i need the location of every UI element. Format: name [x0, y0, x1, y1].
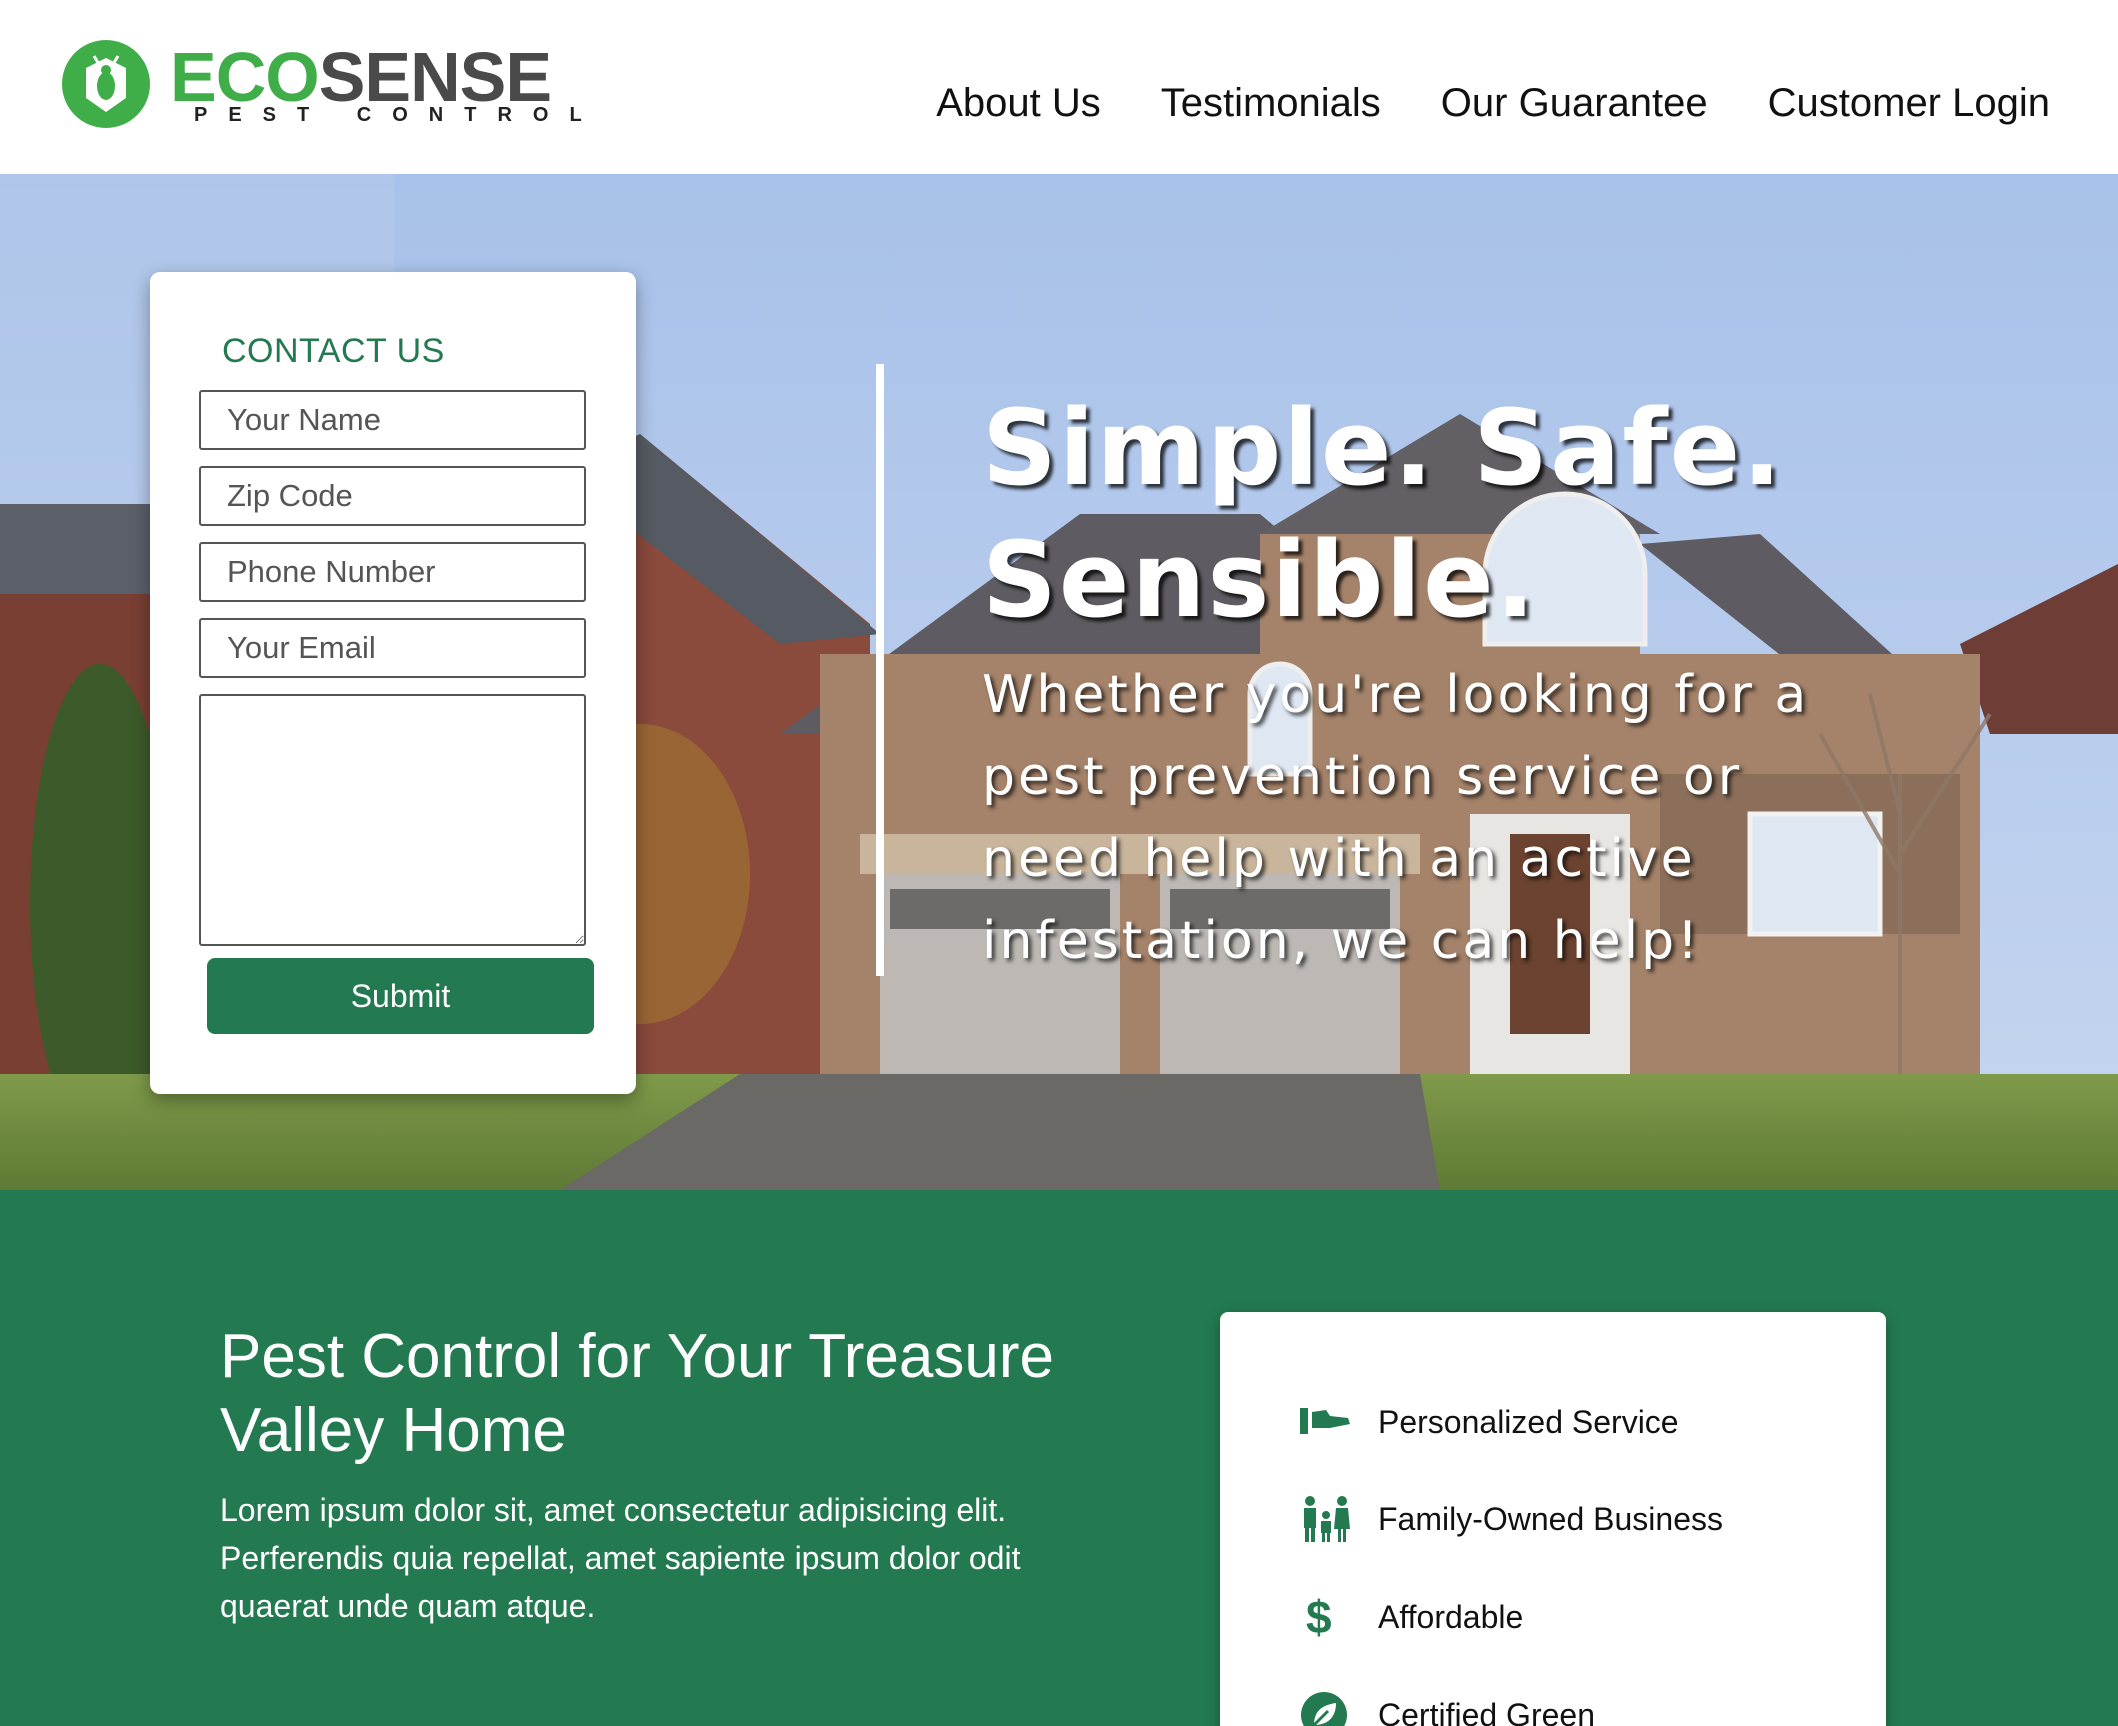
- nav-customer-login[interactable]: Customer Login: [1768, 76, 2050, 130]
- hero: CONTACT US Submit Simple. Safe. Sensible…: [0, 174, 2118, 1190]
- hero-title: Simple. Safe. Sensible.: [982, 387, 1784, 641]
- nav-testimonials[interactable]: Testimonials: [1161, 76, 1381, 130]
- nav-about-us[interactable]: About Us: [936, 76, 1101, 130]
- features-card: Personalized Service Family-Owned Busine…: [1220, 1312, 1886, 1726]
- name-field[interactable]: [199, 390, 586, 450]
- feature-label: Affordable: [1378, 1598, 1524, 1635]
- brand-tagline: PEST CONTROL: [194, 104, 603, 126]
- phone-field[interactable]: [199, 542, 586, 602]
- hero-divider: [876, 364, 884, 976]
- main-nav: About Us Testimonials Our Guarantee Cust…: [936, 76, 2050, 130]
- intro-body: Lorem ipsum dolor sit, amet consectetur …: [220, 1492, 1021, 1624]
- dollar-icon: $: [1306, 1591, 1332, 1643]
- hand-icon: [1300, 1394, 1364, 1450]
- hero-subtitle: Whether you're looking for a pest preven…: [982, 665, 1810, 971]
- bug-shield-icon: [62, 40, 150, 128]
- feature-label: Family-Owned Business: [1378, 1500, 1723, 1537]
- family-icon: [1300, 1491, 1364, 1547]
- feature-label: Personalized Service: [1378, 1403, 1679, 1440]
- contact-title: CONTACT US: [222, 332, 445, 370]
- feature-item: Personalized Service: [1300, 1387, 1679, 1457]
- feature-item: Certified Green: [1300, 1680, 1595, 1726]
- logo[interactable]: ECOSENSE PEST CONTROL: [62, 38, 582, 138]
- contact-form: CONTACT US Submit: [150, 272, 636, 1094]
- feature-item: Family-Owned Business: [1300, 1484, 1723, 1554]
- email-field[interactable]: [199, 618, 586, 678]
- site-header: ECOSENSE PEST CONTROL About Us Testimoni…: [0, 0, 2118, 174]
- message-field[interactable]: [199, 694, 586, 946]
- feature-item: $ Affordable: [1300, 1582, 1523, 1652]
- submit-button[interactable]: Submit: [207, 958, 594, 1034]
- feature-label: Certified Green: [1378, 1696, 1595, 1726]
- nav-our-guarantee[interactable]: Our Guarantee: [1441, 76, 1708, 130]
- intro-title: Pest Control for Your Treasure Valley Ho…: [220, 1322, 1055, 1465]
- zip-code-field[interactable]: [199, 466, 586, 526]
- leaf-icon: [1300, 1687, 1364, 1726]
- intro-section: Pest Control for Your Treasure Valley Ho…: [0, 1190, 2118, 1726]
